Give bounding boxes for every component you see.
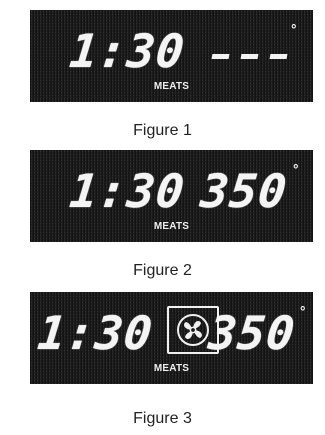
temperature-readout: 350 [206, 306, 298, 360]
mode-label: MEATS [153, 363, 190, 374]
dash [269, 54, 288, 59]
figure-caption: Figure 1 [133, 122, 192, 139]
display-panel-3: 1:30 350 ° MEATS [30, 292, 313, 384]
display-panel-2: 1:30 350 ° MEATS [30, 150, 313, 242]
dash [211, 54, 230, 59]
time-readout: 1:30 [35, 306, 156, 360]
time-readout: 1:30 [67, 164, 188, 218]
mode-label: MEATS [153, 221, 190, 232]
degree-symbol: ° [299, 305, 307, 320]
display-panel-1: 1:30 ° MEATS [30, 10, 313, 102]
figure-caption: Figure 2 [133, 262, 192, 279]
temperature-dashes [211, 54, 288, 59]
degree-symbol: ° [290, 23, 298, 38]
dash [240, 54, 259, 59]
degree-symbol: ° [292, 163, 300, 178]
figure-caption: Figure 3 [133, 410, 192, 427]
fan-graphic [177, 314, 209, 346]
time-readout: 1:30 [67, 24, 188, 78]
temperature-readout: 350 [198, 164, 290, 218]
mode-label: MEATS [153, 81, 190, 92]
